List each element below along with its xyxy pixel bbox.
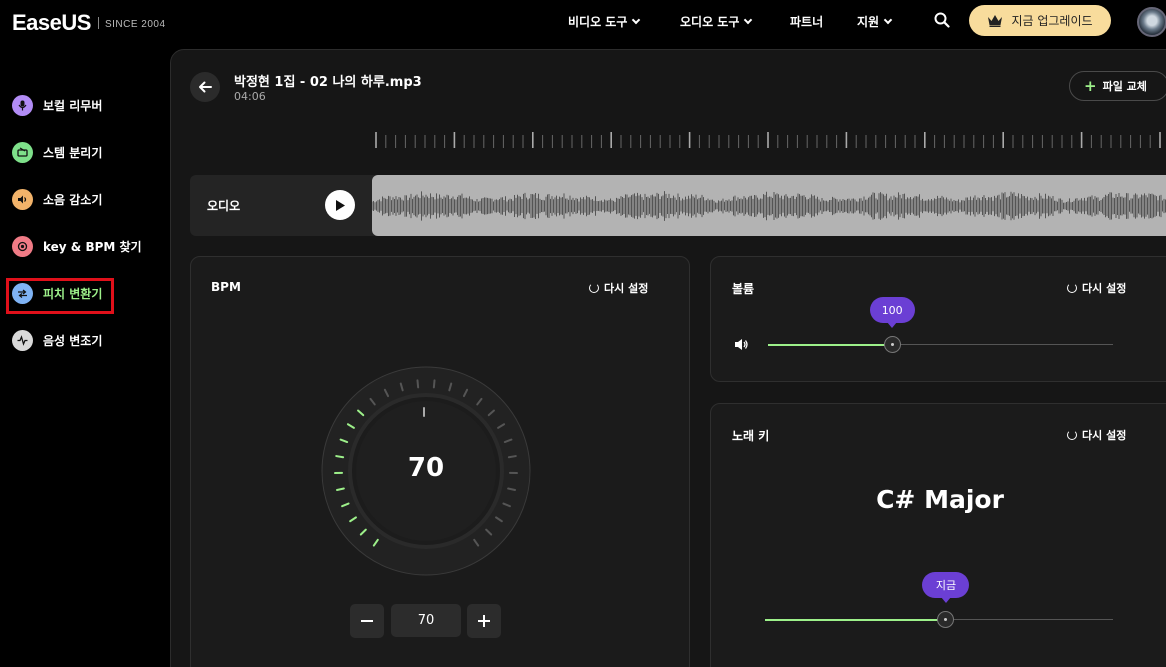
- track-label: 오디오: [207, 199, 241, 213]
- logo[interactable]: EaseUS SINCE 2004: [12, 10, 166, 36]
- microphone-icon: [12, 95, 33, 116]
- nav-partner[interactable]: 파트너: [790, 13, 823, 30]
- song-key-reset-button[interactable]: 다시 설정: [1067, 427, 1126, 443]
- volume-card: [710, 256, 1166, 382]
- replace-file-label: 파일 교체: [1102, 80, 1147, 93]
- upgrade-button[interactable]: 지금 업그레이드: [969, 5, 1111, 36]
- active-item-highlight: [6, 278, 114, 314]
- refresh-icon: [1067, 430, 1077, 440]
- dial-tick: [507, 455, 517, 459]
- dial-tick: [507, 487, 516, 491]
- reset-label: 다시 설정: [1082, 282, 1127, 295]
- dial-tick: [335, 455, 345, 459]
- nav-audio-tools[interactable]: 오디오 도구: [680, 13, 753, 30]
- file-name: 박정현 1집 - 02 나의 하루.mp3: [234, 75, 422, 90]
- sidebar-item-label: key & BPM 찾기: [43, 240, 142, 254]
- song-key-title: 노래 키: [732, 429, 770, 443]
- nav-video-tools-label: 비디오 도구: [568, 15, 628, 29]
- replace-file-button[interactable]: + 파일 교체: [1069, 71, 1166, 101]
- dial-tick: [416, 379, 420, 389]
- sidebar-item-voice-changer[interactable]: 음성 변조기: [12, 330, 102, 351]
- dial-tick: [336, 487, 345, 491]
- sidebar-item-vocal-remover[interactable]: 보컬 리무버: [12, 95, 102, 116]
- song-key-name: C# Major: [876, 485, 1004, 514]
- avatar[interactable]: [1137, 7, 1166, 37]
- refresh-icon: [1067, 283, 1077, 293]
- speaker-icon: [12, 189, 33, 210]
- file-duration: 04:06: [234, 90, 266, 103]
- sidebar-item-noise-reducer[interactable]: 소음 감소기: [12, 189, 102, 210]
- reset-label: 다시 설정: [604, 282, 649, 295]
- logo-divider: [97, 17, 99, 29]
- search-icon[interactable]: [934, 12, 950, 28]
- nav-partner-label: 파트너: [790, 15, 824, 29]
- sidebar-item-key-bpm-finder[interactable]: key & BPM 찾기: [12, 236, 142, 257]
- chevron-down-icon: [632, 15, 641, 24]
- nav-support-label: 지원: [857, 15, 880, 29]
- song-key-tooltip: 지금: [922, 572, 970, 603]
- bpm-reset-button[interactable]: 다시 설정: [589, 280, 648, 296]
- increment-button[interactable]: [467, 604, 501, 638]
- dial-tick: [432, 379, 436, 389]
- sidebar-item-label: 스템 분리기: [43, 146, 103, 160]
- refresh-icon: [589, 283, 599, 293]
- sidebar-item-label: 음성 변조기: [43, 334, 103, 348]
- nav-video-tools[interactable]: 비디오 도구: [568, 13, 641, 30]
- bpm-title: BPM: [211, 280, 241, 294]
- plus-icon: [478, 615, 490, 627]
- waveform-icon: [12, 330, 33, 351]
- volume-value: 100: [881, 303, 903, 317]
- bpm-value: 70: [407, 453, 445, 483]
- scissors-icon: [12, 142, 33, 163]
- song-key-slider-fill: [765, 619, 946, 621]
- minus-icon: [361, 620, 373, 622]
- back-button[interactable]: [190, 72, 220, 102]
- reset-label: 다시 설정: [1082, 429, 1127, 442]
- arrow-left-icon: [199, 81, 212, 93]
- play-button[interactable]: [325, 190, 355, 220]
- play-icon: [336, 199, 345, 211]
- song-key-tooltip-label: 지금: [935, 579, 957, 592]
- timeline-ruler: [375, 132, 1161, 148]
- sidebar-item-label: 소음 감소기: [43, 193, 103, 207]
- decrement-button[interactable]: [350, 604, 384, 638]
- sidebar-item-stem-splitter[interactable]: 스템 분리기: [12, 142, 102, 163]
- sidebar-item-label: 보컬 리무버: [43, 99, 103, 113]
- volume-slider-thumb[interactable]: [883, 336, 901, 353]
- waveform-graphic: [372, 191, 1166, 221]
- logo-text: EaseUS: [12, 10, 91, 35]
- target-icon: [12, 236, 33, 257]
- top-nav: EaseUS SINCE 2004 비디오 도구 오디오 도구 파트너 지원 지…: [0, 0, 1166, 44]
- crown-icon: [988, 15, 1003, 27]
- waveform[interactable]: [372, 175, 1166, 236]
- volume-reset-button[interactable]: 다시 설정: [1067, 280, 1126, 296]
- nav-support[interactable]: 지원: [857, 13, 893, 30]
- plus-icon: +: [1084, 77, 1097, 95]
- upgrade-label: 지금 업그레이드: [1011, 14, 1093, 28]
- volume-title: 볼륨: [732, 282, 755, 296]
- chevron-down-icon: [883, 15, 893, 24]
- logo-since: SINCE 2004: [104, 19, 166, 30]
- volume-slider-fill: [768, 344, 893, 346]
- nav-audio-tools-label: 오디오 도구: [680, 15, 740, 29]
- volume-icon[interactable]: [734, 338, 749, 351]
- bpm-input[interactable]: 70: [391, 604, 461, 637]
- volume-tooltip: 100: [869, 297, 915, 328]
- chevron-down-icon: [744, 15, 753, 24]
